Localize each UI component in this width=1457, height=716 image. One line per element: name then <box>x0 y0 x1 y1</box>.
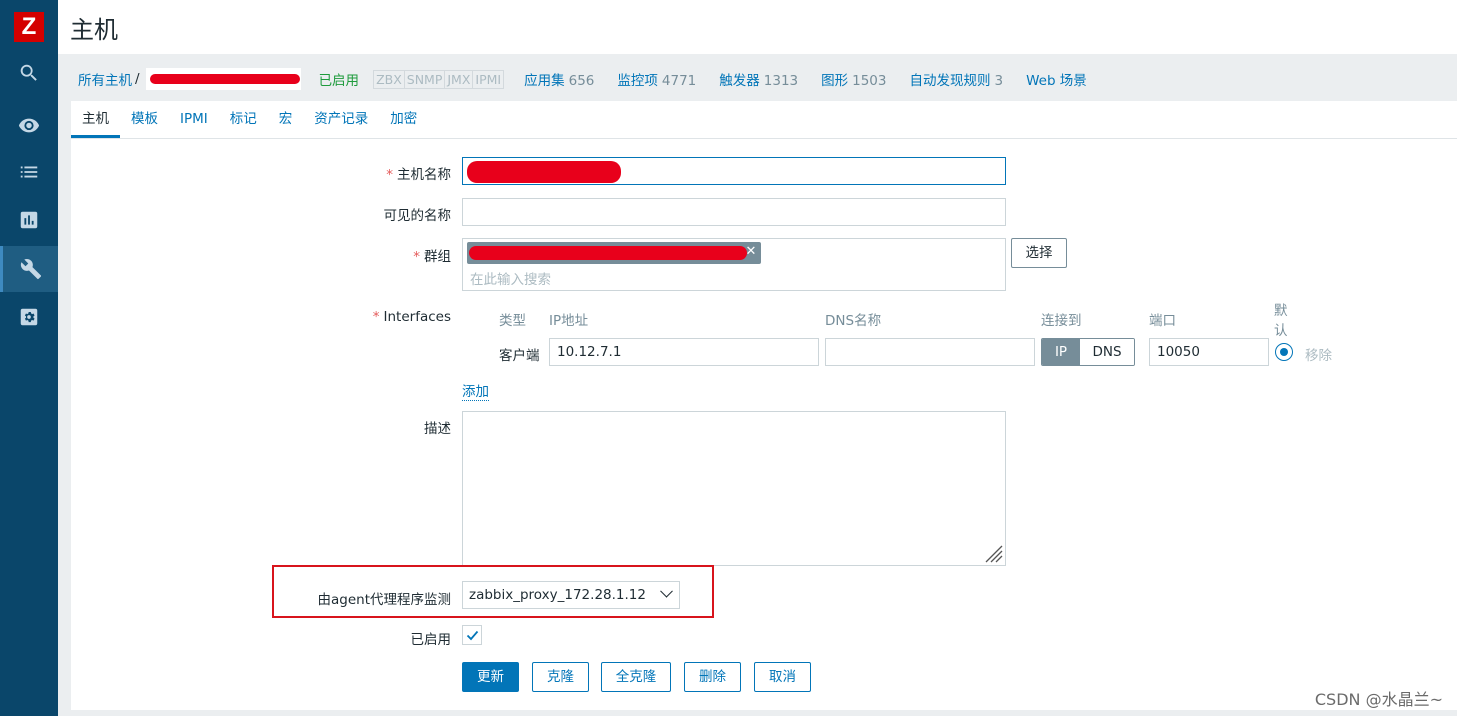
page-title: 主机 <box>70 16 118 44</box>
eye-icon[interactable] <box>0 102 58 148</box>
graphs-label: 图形 <box>821 73 849 89</box>
update-button[interactable]: 更新 <box>462 662 519 692</box>
connect-ip-button[interactable]: IP <box>1042 339 1080 365</box>
breadcrumb-graphs[interactable]: 图形 1503 <box>821 69 886 89</box>
list-icon[interactable] <box>0 149 58 195</box>
iface-connect-header: 连接到 <box>1041 313 1082 329</box>
tab-macros[interactable]: 宏 <box>268 101 304 138</box>
iface-default-header-1: 默 <box>1274 303 1288 319</box>
proxy-select[interactable]: zabbix_proxy_172.28.1.12 <box>462 581 680 609</box>
iface-dns-input[interactable] <box>825 338 1035 366</box>
breadcrumb-applications[interactable]: 应用集 656 <box>524 69 594 89</box>
applications-label: 应用集 <box>524 73 565 89</box>
iface-port-input[interactable]: 10050 <box>1149 338 1269 366</box>
jmx-badge: JMX <box>445 70 474 88</box>
gear-icon[interactable] <box>0 294 58 340</box>
iface-ip-header: IP地址 <box>549 313 589 329</box>
required-mark: * <box>386 167 393 183</box>
required-mark: * <box>413 249 420 265</box>
zabbix-logo[interactable]: Z <box>14 12 44 42</box>
enabled-label: 已启用 <box>410 632 452 648</box>
discovery-count: 3 <box>994 73 1004 89</box>
ipmi-badge: IPMI <box>475 71 502 87</box>
chevron-down-icon <box>660 584 673 598</box>
full-clone-button[interactable]: 全克隆 <box>601 662 671 692</box>
reports-icon[interactable] <box>0 197 58 243</box>
checkmark-icon <box>466 630 479 641</box>
interfaces-label-text: Interfaces <box>383 309 451 325</box>
tab-host[interactable]: 主机 <box>71 101 120 138</box>
items-label: 监控项 <box>617 73 658 89</box>
items-count: 4771 <box>661 73 697 89</box>
snmp-badge: SNMP <box>405 70 446 88</box>
tab-encryption[interactable]: 加密 <box>379 101 428 138</box>
description-label: 描述 <box>424 421 451 437</box>
breadcrumb-all-hosts[interactable]: 所有主机 <box>78 69 132 89</box>
tab-tags[interactable]: 标记 <box>219 101 268 138</box>
triggers-label: 触发器 <box>719 73 760 89</box>
host-name-label-text: 主机名称 <box>397 167 451 183</box>
resize-handle-icon[interactable] <box>983 543 1003 563</box>
enabled-checkbox[interactable] <box>462 625 482 645</box>
groups-search-placeholder: 在此输入搜索 <box>470 272 551 288</box>
tab-templates[interactable]: 模板 <box>120 101 169 138</box>
csdn-watermark: CSDN @水晶兰~ <box>1314 690 1443 709</box>
zbx-badge: ZBX <box>374 70 405 88</box>
visible-name-label: 可见的名称 <box>383 208 452 224</box>
wrench-icon[interactable] <box>0 246 58 292</box>
page-header: 主机 <box>58 0 1457 54</box>
proxy-select-value: zabbix_proxy_172.28.1.12 <box>469 587 646 603</box>
remove-interface-link[interactable]: 移除 <box>1305 344 1332 364</box>
tab-inventory[interactable]: 资产记录 <box>303 101 379 138</box>
connect-dns-button[interactable]: DNS <box>1080 339 1134 365</box>
iface-dns-header: DNS名称 <box>825 313 882 329</box>
select-groups-button[interactable]: 选择 <box>1011 238 1067 268</box>
sidebar: Z <box>0 0 58 716</box>
applications-count: 656 <box>568 73 595 89</box>
availability-badges: ZBX SNMP JMX IPMI <box>373 69 505 89</box>
redacted-host-name[interactable] <box>145 68 301 90</box>
groups-label: * 群组 <box>413 245 451 265</box>
default-interface-radio[interactable] <box>1275 343 1293 361</box>
breadcrumb: 所有主机 / 已启用 ZBX SNMP JMX IPMI 应用集 656 监控项 4… <box>58 58 1457 100</box>
proxy-label: 由agent代理程序监测 <box>317 592 452 608</box>
cancel-button[interactable]: 取消 <box>754 662 811 692</box>
web-label: Web 场景 <box>1026 73 1087 89</box>
redacted-group-name <box>469 246 747 260</box>
breadcrumb-web[interactable]: Web 场景 <box>1026 69 1087 89</box>
iface-type-agent: 客户端 <box>499 348 540 364</box>
breadcrumb-items[interactable]: 监控项 4771 <box>617 69 696 89</box>
breadcrumb-separator: / <box>135 71 140 87</box>
groups-label-text: 群组 <box>424 249 451 265</box>
iface-ip-input[interactable]: 10.12.7.1 <box>549 338 819 366</box>
breadcrumb-triggers[interactable]: 触发器 1313 <box>719 69 798 89</box>
iface-port-header: 端口 <box>1149 313 1176 329</box>
visible-name-input[interactable] <box>462 198 1006 226</box>
iface-default-header-2: 认 <box>1274 323 1288 339</box>
search-icon[interactable] <box>0 50 58 96</box>
tab-bar: 主机 模板 IPMI 标记 宏 资产记录 加密 <box>71 101 1457 139</box>
tab-ipmi[interactable]: IPMI <box>169 101 219 138</box>
connect-to-toggle: IP DNS <box>1041 338 1135 366</box>
delete-button[interactable]: 删除 <box>684 662 741 692</box>
iface-type-header: 类型 <box>499 313 526 329</box>
status-enabled[interactable]: 已启用 <box>319 69 360 89</box>
redacted-host-name-value <box>467 161 621 183</box>
discovery-label: 自动发现规则 <box>909 73 991 89</box>
description-textarea[interactable] <box>462 411 1006 566</box>
graphs-count: 1503 <box>852 73 887 89</box>
add-interface-link[interactable]: 添加 <box>462 380 489 401</box>
breadcrumb-discovery[interactable]: 自动发现规则 3 <box>909 69 1003 89</box>
triggers-count: 1313 <box>763 73 799 89</box>
host-name-label: * 主机名称 <box>386 163 451 183</box>
clone-button[interactable]: 克隆 <box>532 662 589 692</box>
required-mark: * <box>372 309 380 325</box>
host-form-panel: 主机 模板 IPMI 标记 宏 资产记录 加密 * 主机名称 可见的名称 * 群组 … <box>71 101 1457 710</box>
interfaces-label: * Interfaces <box>373 309 451 325</box>
